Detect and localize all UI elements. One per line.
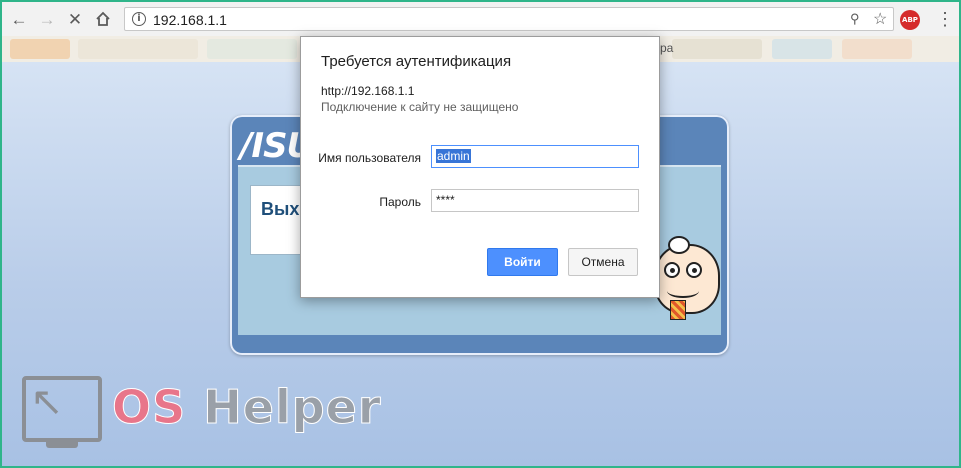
login-button[interactable]: Войти [487,248,558,276]
bookmark-item[interactable] [672,39,762,59]
mascot-head [654,244,720,314]
watermark-os: OS [111,380,187,435]
mascot-head-mirror [668,236,690,254]
back-button[interactable]: ← [8,8,30,30]
watermark-text: OS Helper [111,380,382,435]
username-input[interactable]: admin [431,145,639,168]
mascot-tie [670,300,686,320]
more-vertical-icon[interactable]: ⋮ [936,8,954,30]
cursor-arrow-icon: ↖ [30,379,64,425]
mascot-eye [686,262,702,278]
password-value: **** [436,193,455,207]
mascot-smile [667,284,699,298]
bookmark-fragment: ра [660,41,674,55]
mascot-eye [664,262,680,278]
address-bar[interactable]: i 192.168.1.1 ⚲ ☆ [124,7,894,31]
url-text[interactable]: 192.168.1.1 [153,12,227,28]
info-icon[interactable]: i [132,12,146,26]
bookmark-item[interactable] [207,39,297,59]
password-label: Пароль [379,195,421,209]
password-input[interactable]: **** [431,189,639,212]
key-icon[interactable]: ⚲ [850,11,860,27]
dialog-title: Требуется аутентификация [321,53,512,70]
username-label: Имя пользователя [318,151,421,165]
auth-dialog: Требуется аутентификация http://192.168.… [300,36,660,298]
dialog-url: http://192.168.1.1 [321,84,415,98]
security-note: Подключение к сайту не защищено [321,100,519,114]
forward-button[interactable]: → [36,8,58,30]
watermark-helper: Helper [203,380,382,435]
close-icon: ✕ [67,9,83,29]
bookmark-item[interactable] [10,39,70,59]
browser-toolbar: ← → ✕ i 192.168.1.1 ⚲ ☆ ABP ⋮ [2,2,959,36]
arrow-right-icon: → [38,9,56,29]
bookmark-item[interactable] [78,39,198,59]
cancel-button[interactable]: Отмена [568,248,638,276]
bookmark-item[interactable] [842,39,912,59]
monitor-stand [46,442,78,448]
bookmark-item[interactable] [772,39,832,59]
username-value: admin [436,149,471,163]
home-icon [96,11,110,26]
stop-button[interactable]: ✕ [64,8,86,30]
arrow-left-icon: ← [10,9,28,29]
router-card-heading: Вых [261,199,300,219]
star-icon[interactable]: ☆ [873,9,887,29]
home-button[interactable] [92,8,114,30]
adblock-icon[interactable]: ABP [900,10,920,30]
